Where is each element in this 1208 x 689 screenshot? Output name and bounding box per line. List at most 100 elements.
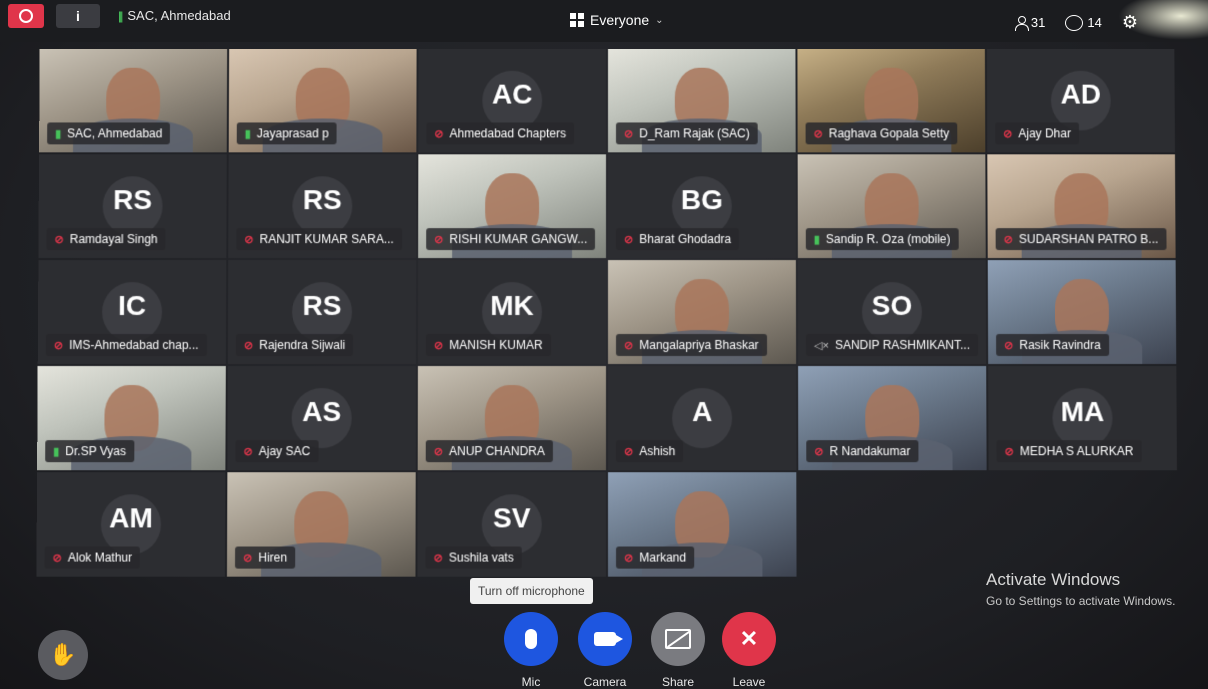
mic-muted-icon: ⊘ bbox=[1003, 127, 1013, 140]
activate-windows-watermark: Activate Windows Go to Settings to activ… bbox=[986, 570, 1175, 608]
name-tag: ⊘ MANISH KUMAR bbox=[425, 333, 551, 357]
participant-name: Raghava Gopala Setty bbox=[828, 126, 950, 141]
mic-on-icon: ▮ bbox=[244, 127, 251, 140]
name-tag: ⊘ D_Ram Rajak (SAC) bbox=[615, 122, 758, 145]
mic-muted-icon: ⊘ bbox=[624, 339, 634, 352]
participant-name: RISHI KUMAR GANGW... bbox=[449, 232, 588, 247]
view-selector-label: Everyone bbox=[590, 12, 650, 28]
speaker-muted-icon: ◁× bbox=[814, 339, 829, 352]
mic-muted-icon: ⊘ bbox=[433, 339, 444, 352]
mic-muted-icon: ⊘ bbox=[243, 552, 253, 565]
participant-tile[interactable]: SO ◁× SANDIP RASHMIKANT... bbox=[797, 260, 987, 365]
meeting-screen: i ||| SAC, Ahmedabad Everyone ⌄ 31 14 ⚙ … bbox=[0, 0, 1208, 689]
mic-muted-icon: ⊘ bbox=[1004, 339, 1014, 352]
mic-tooltip: Turn off microphone bbox=[470, 578, 593, 604]
name-tag: ⊘ Ahmedabad Chapters bbox=[426, 122, 575, 145]
name-tag: ▮ Jayaprasad p bbox=[236, 122, 337, 145]
name-tag: ⊘ Markand bbox=[616, 546, 695, 569]
participant-name: Sandip R. Oza (mobile) bbox=[825, 232, 951, 247]
participant-name: Mangalapriya Bhaskar bbox=[639, 338, 759, 353]
participant-tile[interactable]: A ⊘ Ashish bbox=[608, 366, 797, 471]
participant-tile[interactable]: ⊘ Markand bbox=[608, 472, 797, 577]
participant-name: Jayaprasad p bbox=[256, 126, 329, 141]
leave-button[interactable]: ✕ bbox=[722, 612, 776, 666]
mic-on-icon: ▮ bbox=[813, 233, 820, 246]
participant-name: Ajay Dhar bbox=[1018, 126, 1071, 141]
record-icon bbox=[19, 9, 33, 23]
participant-tile[interactable]: AD ⊘ Ajay Dhar bbox=[986, 48, 1175, 153]
close-icon: ✕ bbox=[739, 626, 759, 651]
participant-tile[interactable]: BG ⊘ Bharat Ghodadra bbox=[608, 154, 796, 259]
participant-tile[interactable]: ⊘ Raghava Gopala Setty bbox=[797, 48, 986, 153]
info-icon: i bbox=[76, 8, 80, 24]
mic-muted-icon: ⊘ bbox=[813, 127, 823, 140]
participants-button[interactable]: 31 bbox=[1014, 15, 1045, 31]
participant-tile[interactable]: ⊘ D_Ram Rajak (SAC) bbox=[608, 48, 796, 153]
audio-level-icon: ||| bbox=[118, 8, 124, 23]
mic-muted-icon: ⊘ bbox=[53, 339, 64, 352]
participant-tile[interactable]: ▮ Jayaprasad p bbox=[228, 48, 417, 153]
mic-button[interactable] bbox=[504, 612, 558, 666]
participant-tile[interactable]: ⊘ Mangalapriya Bhaskar bbox=[608, 260, 797, 365]
participant-name: MEDHA S ALURKAR bbox=[1019, 444, 1134, 459]
participant-name: Rajendra Sijwali bbox=[259, 338, 346, 353]
name-tag: ⊘ Mangalapriya Bhaskar bbox=[616, 333, 767, 357]
participant-tile[interactable]: ▮ SAC, Ahmedabad bbox=[39, 48, 228, 153]
avatar-initials: AD bbox=[1060, 78, 1102, 110]
participant-tile[interactable]: RS ⊘ RANJIT KUMAR SARA... bbox=[228, 154, 417, 259]
microphone-icon bbox=[525, 629, 537, 649]
info-button[interactable]: i bbox=[56, 4, 100, 28]
view-selector[interactable]: Everyone ⌄ bbox=[570, 12, 664, 28]
participant-name: R Nandakumar bbox=[829, 444, 911, 459]
chevron-down-icon: ⌄ bbox=[655, 14, 664, 26]
avatar-initials: RS bbox=[302, 184, 342, 216]
participant-tile[interactable]: RS ⊘ Rajendra Sijwali bbox=[227, 260, 417, 365]
participant-tile[interactable]: AC ⊘ Ahmedabad Chapters bbox=[418, 48, 607, 153]
participant-name: Hiren bbox=[258, 550, 288, 565]
participant-tile[interactable]: MK ⊘ MANISH KUMAR bbox=[417, 260, 607, 365]
participant-tile[interactable]: ⊘ SUDARSHAN PATRO B... bbox=[987, 154, 1176, 259]
mic-muted-icon: ⊘ bbox=[54, 233, 64, 246]
mic-muted-icon: ⊘ bbox=[243, 445, 253, 458]
participant-tile[interactable]: ▮ Sandip R. Oza (mobile) bbox=[797, 154, 986, 259]
camera-button[interactable] bbox=[578, 612, 632, 666]
participant-name: Ajay SAC bbox=[258, 444, 311, 459]
participant-name: SAC, Ahmedabad bbox=[67, 126, 163, 141]
participant-tile[interactable]: ⊘ R Nandakumar bbox=[798, 366, 987, 471]
participant-tile[interactable]: SV ⊘ Sushila vats bbox=[417, 472, 606, 577]
mic-muted-icon: ⊘ bbox=[434, 233, 444, 246]
camera-label: Camera bbox=[583, 675, 627, 689]
participant-tile[interactable]: ⊘ Rasik Ravindra bbox=[987, 260, 1177, 365]
name-tag: ⊘ Ramdayal Singh bbox=[46, 228, 166, 251]
name-tag: ⊘ RISHI KUMAR GANGW... bbox=[426, 228, 596, 251]
participant-name: Ahmedabad Chapters bbox=[449, 126, 567, 141]
share-button[interactable] bbox=[651, 612, 705, 666]
participant-tile[interactable]: MA ⊘ MEDHA S ALURKAR bbox=[988, 366, 1177, 471]
hand-icon: ✋ bbox=[49, 642, 77, 667]
participant-tile[interactable]: IC ⊘ IMS-Ahmedabad chap... bbox=[37, 260, 227, 365]
leave-label: Leave bbox=[732, 675, 766, 689]
mic-muted-icon: ⊘ bbox=[434, 127, 444, 140]
participant-tile[interactable]: ⊘ Hiren bbox=[226, 472, 416, 577]
name-tag: ⊘ ANUP CHANDRA bbox=[425, 440, 553, 463]
participant-tile[interactable]: RS ⊘ Ramdayal Singh bbox=[38, 154, 227, 259]
participant-tile[interactable]: AM ⊘ Alok Mathur bbox=[36, 472, 226, 577]
participant-name: SUDARSHAN PATRO B... bbox=[1018, 232, 1159, 247]
mic-muted-icon: ⊘ bbox=[624, 552, 634, 565]
mic-muted-icon: ⊘ bbox=[814, 445, 824, 458]
name-tag: ⊘ Hiren bbox=[235, 546, 296, 569]
participant-tile[interactable]: ⊘ ANUP CHANDRA bbox=[417, 366, 606, 471]
participant-tile[interactable]: AS ⊘ Ajay SAC bbox=[227, 366, 416, 471]
chat-button[interactable]: 14 bbox=[1065, 14, 1102, 31]
participant-tile[interactable]: ▮ Dr.SP Vyas bbox=[37, 366, 226, 471]
name-tag: ▮ Dr.SP Vyas bbox=[45, 440, 135, 463]
raise-hand-button[interactable]: ✋ bbox=[38, 630, 88, 680]
participant-name: Ashish bbox=[639, 444, 676, 459]
participant-name: IMS-Ahmedabad chap... bbox=[69, 338, 199, 353]
record-button[interactable] bbox=[8, 4, 44, 28]
name-tag: ◁× SANDIP RASHMIKANT... bbox=[806, 333, 979, 357]
participant-name: D_Ram Rajak (SAC) bbox=[639, 126, 750, 141]
participant-tile[interactable]: ⊘ RISHI KUMAR GANGW... bbox=[418, 154, 607, 259]
participant-grid: ▮ SAC, Ahmedabad ▮ Jayaprasad p AC ⊘ Ahmedabad… bbox=[36, 48, 1179, 599]
name-tag: ▮ SAC, Ahmedabad bbox=[47, 122, 171, 145]
